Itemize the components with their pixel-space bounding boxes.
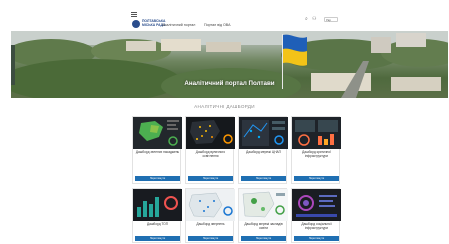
hero-title: Аналітичний портал Полтави: [184, 80, 275, 87]
dashboard-card[interactable]: Дашборд зелених насаджень Переглянути: [132, 116, 182, 184]
dashboard-card[interactable]: Дашборд вуличного освітлення Переглянути: [185, 116, 235, 184]
dashboard-thumbnail: [292, 189, 341, 221]
hero-city-photo: [11, 31, 448, 98]
section-title: АНАЛІТИЧНІ ДАШБОРДИ: [194, 104, 255, 109]
dashboard-card[interactable]: Дашборд соціальної інфраструктури Перегл…: [291, 188, 341, 243]
dashboard-card[interactable]: Дашборд мережі ЦНАП Переглянути: [238, 116, 288, 184]
nav-analytics-portal[interactable]: Аналітичний портал: [162, 23, 195, 27]
search-icon[interactable]: ⌕: [305, 17, 308, 22]
dashboard-thumbnail: [186, 189, 235, 221]
menu-icon[interactable]: [131, 12, 137, 17]
card-title: Дашборд мережі ЦНАП: [246, 150, 281, 154]
card-title: Дашборд критичної інфраструктури: [302, 150, 331, 158]
card-title: Дашборд соціальної інфраструктури: [301, 222, 332, 230]
card-title: Дашборд вуличного освітлення: [195, 150, 226, 158]
top-header: ПОЛТАВСЬКА МІСЬКА РАДА Аналітичний порта…: [0, 0, 449, 31]
view-button[interactable]: Переглянути: [294, 176, 339, 181]
language-select[interactable]: Укр: [324, 17, 338, 22]
card-title: Дашборд зелених насаджень: [135, 150, 180, 154]
dashboard-thumbnail: [239, 117, 288, 149]
view-button[interactable]: Переглянути: [188, 176, 233, 181]
user-icon[interactable]: ⚇: [312, 17, 316, 22]
card-title: Дашборд мережі закладів освіти: [244, 222, 283, 230]
view-button[interactable]: Переглянути: [241, 176, 286, 181]
dashboard-card[interactable]: Дашборд критичної інфраструктури Перегля…: [291, 116, 341, 184]
city-emblem-icon: [132, 20, 140, 28]
card-title: Дашборд ТОП: [146, 222, 169, 226]
hero-banner: Аналітичний портал Полтави: [11, 31, 448, 98]
view-button[interactable]: Переглянути: [188, 236, 233, 241]
dashboard-thumbnail: [292, 117, 341, 149]
view-button[interactable]: Переглянути: [294, 236, 339, 241]
card-title: Дашборд звернень: [196, 222, 225, 226]
dashboard-thumbnail: [186, 117, 235, 149]
dashboard-card[interactable]: Дашборд звернень Переглянути: [185, 188, 235, 243]
view-button[interactable]: Переглянути: [241, 236, 286, 241]
dashboard-thumbnail: [133, 117, 182, 149]
view-button[interactable]: Переглянути: [135, 176, 180, 181]
dashboard-card[interactable]: Дашборд ТОП Переглянути: [132, 188, 182, 243]
dashboard-thumbnail: [133, 189, 182, 221]
nav-ova-portal[interactable]: Портал від ОВА: [204, 23, 230, 27]
dashboard-card[interactable]: Дашборд мережі закладів освіти Перегляну…: [238, 188, 288, 243]
dashboard-thumbnail: [239, 189, 288, 221]
view-button[interactable]: Переглянути: [135, 236, 180, 241]
